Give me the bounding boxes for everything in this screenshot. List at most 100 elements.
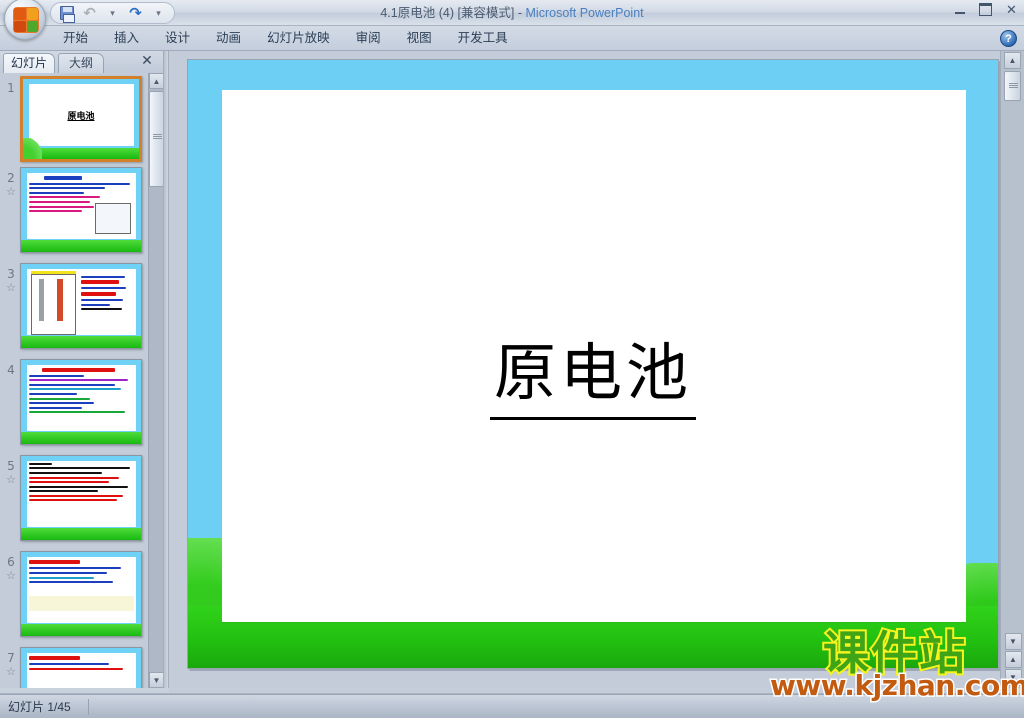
close-pane-icon[interactable]: ✕ (139, 54, 155, 70)
thumbnail-title: 原电池 (67, 112, 95, 123)
scroll-up-icon[interactable]: ▲ (1004, 52, 1021, 69)
tab-developer[interactable]: 开发工具 (445, 26, 521, 51)
thumb-grass (21, 240, 141, 252)
save-button[interactable] (56, 4, 77, 23)
grip-icon (1009, 83, 1018, 90)
thumbnail-item[interactable]: 3 ☆ (0, 261, 148, 357)
tab-animations[interactable]: 动画 (203, 26, 254, 51)
thumb-grass (21, 528, 141, 540)
animation-star-icon: ☆ (6, 666, 16, 678)
undo-button[interactable]: ↶ (79, 4, 100, 23)
previous-slide-button[interactable]: ▲ (1004, 651, 1022, 668)
office-logo-icon (13, 7, 39, 33)
thumb-figure (30, 274, 77, 335)
tab-outline[interactable]: 大纲 (58, 53, 104, 73)
animation-star-icon: ☆ (6, 282, 16, 294)
minimize-button[interactable] (951, 2, 968, 16)
thumbnail-item[interactable]: 1 原电池 (0, 73, 148, 165)
save-icon (59, 6, 75, 23)
thumbnail-number: 1 (7, 81, 15, 95)
thumbnail-slide-2[interactable] (20, 167, 142, 253)
redo-icon: ↷ (129, 4, 142, 22)
window-title-separator: - (514, 6, 526, 20)
slide-editing-area: 原电池 (169, 51, 1001, 688)
thumbnail-number: 3 (7, 267, 15, 281)
scrollbar-thumb[interactable] (1004, 71, 1021, 101)
thumbnail-slide-6[interactable] (20, 551, 142, 637)
quick-access-toolbar: ↶ ▾ ↷ ▾ (50, 2, 175, 24)
grip-icon (153, 134, 162, 140)
tab-review[interactable]: 审阅 (343, 26, 394, 51)
thumb-text-lines (81, 275, 134, 331)
redo-button[interactable]: ↷ (125, 4, 146, 23)
thumbnail-item[interactable]: 7 ☆ (0, 645, 148, 688)
thumb-electrode-left (39, 279, 44, 322)
thumbnail-slide-3[interactable] (20, 263, 142, 349)
status-bar: 幻灯片 1/45 (0, 694, 1024, 718)
thumb-grass (21, 624, 141, 636)
scrollbar-thumb[interactable] (149, 91, 164, 187)
thumbnail-number: 6 (7, 555, 15, 569)
thumbnail-preview (21, 264, 141, 348)
window-title-app: Microsoft PowerPoint (525, 6, 644, 20)
slide-title-text[interactable]: 原电池 (188, 322, 998, 420)
thumbnail-item[interactable]: 2 ☆ (0, 165, 148, 261)
slide-title-label: 原电池 (489, 336, 696, 420)
next-slide-button[interactable]: ▼ (1004, 669, 1022, 686)
thumb-grass (21, 336, 141, 348)
thumbnail-preview (21, 168, 141, 252)
tab-home[interactable]: 开始 (50, 26, 101, 51)
help-button[interactable]: ? (1000, 30, 1017, 47)
thumbnail-slide-4[interactable] (20, 359, 142, 445)
tab-view[interactable]: 视图 (394, 26, 445, 51)
thumbnail-preview (21, 360, 141, 444)
animation-star-icon: ☆ (6, 570, 16, 582)
slides-pane-scrollbar[interactable]: ▲ ▼ (148, 73, 164, 688)
ribbon-tabs: 开始 插入 设计 动画 幻灯片放映 审阅 视图 开发工具 (50, 26, 521, 51)
thumbnail-item[interactable]: 6 ☆ (0, 549, 148, 645)
thumbnail-slide-5[interactable] (20, 455, 142, 541)
thumbnail-slide-1[interactable]: 原电池 (20, 76, 142, 162)
tab-insert[interactable]: 插入 (101, 26, 152, 51)
office-button[interactable] (4, 0, 46, 40)
customize-toolbar-button[interactable]: ▾ (148, 4, 169, 23)
animation-star-icon: ☆ (6, 474, 16, 486)
window-controls: ✕ (951, 2, 1020, 16)
scroll-up-icon[interactable]: ▲ (149, 73, 164, 89)
thumbnail-preview: 原电池 (23, 79, 139, 159)
window-title-document: 4.1原电池 (4) [兼容模式] (380, 6, 515, 20)
tab-slideshow[interactable]: 幻灯片放映 (254, 26, 343, 51)
undo-dropdown-button[interactable]: ▾ (102, 4, 123, 23)
undo-icon: ↶ (83, 4, 96, 22)
thumbnail-preview (21, 648, 141, 688)
thumbnail-preview (21, 456, 141, 540)
thumbnail-number: 7 (7, 651, 15, 665)
current-slide[interactable]: 原电池 (187, 59, 999, 669)
thumbnail-slide-7[interactable] (20, 647, 142, 688)
thumbnail-item[interactable]: 5 ☆ (0, 453, 148, 549)
slide-counter: 幻灯片 1/45 (8, 700, 71, 714)
divider (88, 699, 89, 715)
tab-slides[interactable]: 幻灯片 (3, 53, 55, 73)
restore-button[interactable] (977, 2, 994, 16)
thumb-highlight-bar (30, 270, 77, 274)
scroll-down-icon[interactable]: ▼ (149, 672, 164, 688)
main-vertical-scrollbar[interactable]: ▲ ▼ ▲ ▼ (1000, 51, 1024, 688)
thumb-text-lines (29, 656, 133, 688)
thumb-grass (21, 432, 141, 444)
close-button[interactable]: ✕ (1003, 2, 1020, 16)
thumb-hill (23, 138, 42, 159)
scroll-bottom-buttons: ▼ ▲ ▼ (1004, 632, 1022, 686)
thumbnail-number: 4 (7, 363, 15, 377)
thumbnail-number: 2 (7, 171, 15, 185)
thumb-figure (95, 203, 132, 234)
thumb-note-box (29, 595, 134, 611)
chevron-down-icon: ▾ (110, 7, 115, 18)
scroll-down-icon[interactable]: ▼ (1004, 633, 1022, 650)
animation-star-icon: ☆ (6, 186, 16, 198)
tab-design[interactable]: 设计 (152, 26, 203, 51)
slide-thumbnail-list: 1 原电池 2 ☆ 3 ☆ 4 5 ☆ 6 ☆ 7 ☆ (0, 73, 148, 688)
slides-pane-tabs: 幻灯片 大纲 ✕ (0, 51, 163, 73)
thumbnail-preview (21, 552, 141, 636)
thumbnail-item[interactable]: 4 (0, 357, 148, 453)
